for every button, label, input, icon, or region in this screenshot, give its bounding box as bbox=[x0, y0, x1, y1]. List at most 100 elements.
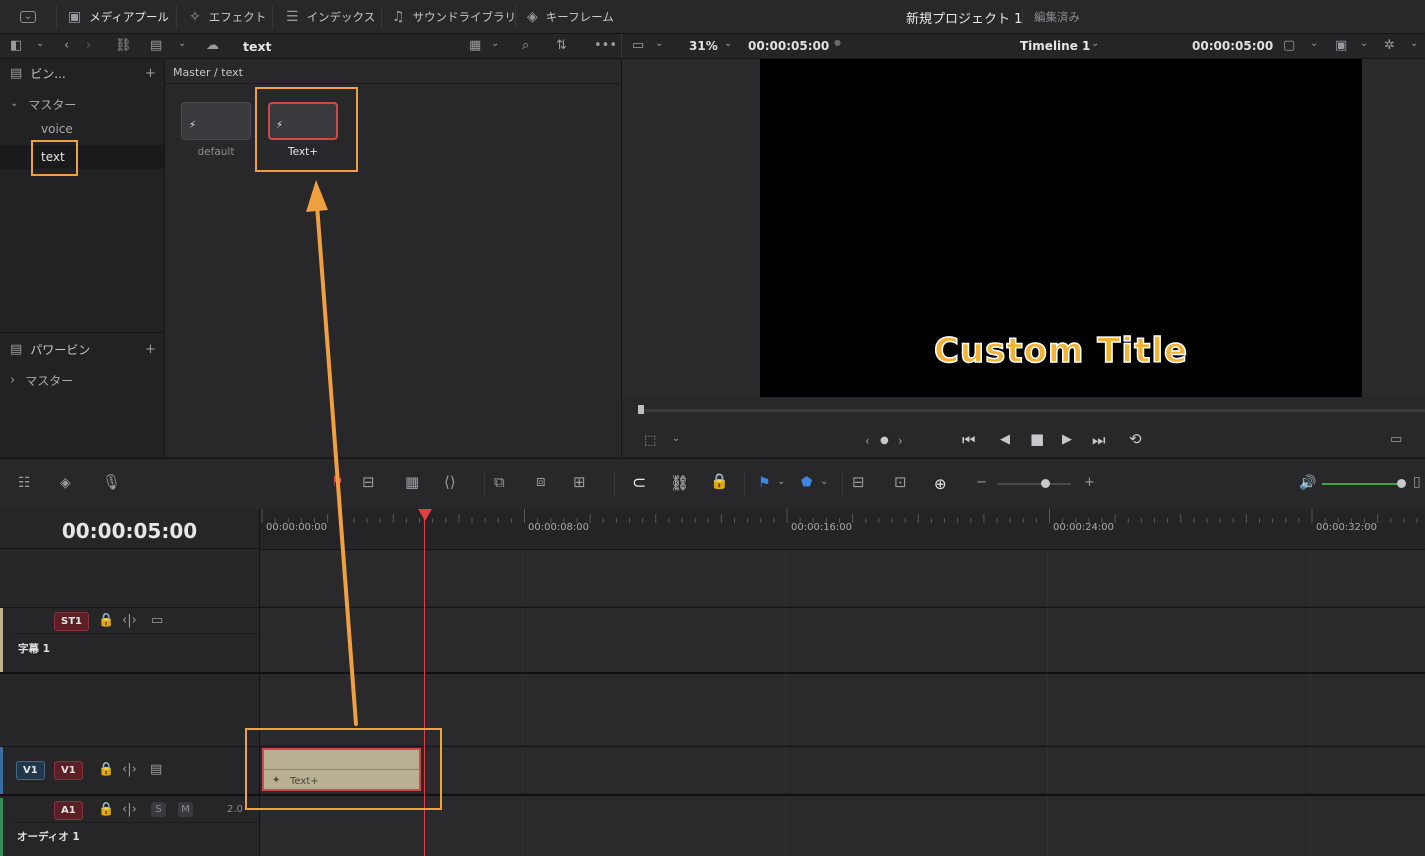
grid-view-icon[interactable]: ▦ bbox=[469, 39, 481, 52]
video-track-badge[interactable]: V1 bbox=[54, 761, 83, 780]
lock-icon[interactable]: 🔒 bbox=[98, 763, 114, 776]
more-icon[interactable]: ••• bbox=[594, 39, 617, 52]
keyframes-button[interactable]: ◈ キーフレーム bbox=[527, 0, 614, 33]
auto-select-icon[interactable]: ‹|› bbox=[122, 763, 137, 776]
bin-item-voice[interactable]: voice bbox=[0, 118, 164, 140]
jog-right-icon[interactable]: › bbox=[898, 435, 903, 447]
subtitle-track-badge[interactable]: ST1 bbox=[54, 612, 89, 631]
index-button[interactable]: ☰ インデックス bbox=[286, 0, 375, 33]
chevron-down-icon[interactable]: ⌄ bbox=[777, 477, 785, 487]
ripple-overwrite-icon[interactable]: ⧈ bbox=[536, 474, 546, 489]
image-icon[interactable]: ▤ bbox=[150, 39, 162, 52]
chevron-down-icon[interactable]: ⌄ bbox=[1360, 39, 1368, 49]
sort-icon[interactable]: ⇅ bbox=[556, 39, 567, 52]
replace-clip-icon[interactable]: ⟨⟩ bbox=[444, 475, 456, 490]
place-on-top-icon[interactable]: ⧉ bbox=[494, 475, 505, 490]
chevron-down-icon[interactable]: ⌄ bbox=[672, 434, 680, 444]
volume-slider-track[interactable] bbox=[1322, 483, 1400, 485]
bin-item-text[interactable]: text bbox=[0, 145, 164, 169]
mute-button[interactable]: M bbox=[178, 802, 193, 817]
fullscreen-icon[interactable]: ▭ bbox=[1390, 433, 1402, 446]
zoom-level[interactable]: 31% bbox=[689, 39, 718, 53]
sidebar-toggle-icon[interactable]: ◧ bbox=[10, 39, 22, 52]
lock-icon[interactable]: 🔒 bbox=[98, 614, 114, 627]
linked-selection-icon[interactable]: ⛓ bbox=[670, 474, 689, 492]
link-icon[interactable]: ⛓ bbox=[115, 39, 132, 52]
zoom-in-icon[interactable]: + bbox=[1084, 476, 1095, 489]
custom-zoom-icon[interactable]: ⊕ bbox=[934, 475, 947, 493]
overwrite-clip-icon[interactable]: ▦ bbox=[405, 475, 419, 490]
play-icon[interactable]: ▶ bbox=[1062, 433, 1072, 446]
chevron-down-icon[interactable]: ⌄ bbox=[1091, 39, 1099, 49]
zoom-out-icon[interactable]: − bbox=[976, 476, 987, 489]
transform-icon[interactable]: ✲ bbox=[1384, 39, 1395, 52]
microphone-icon[interactable]: 🎙 bbox=[102, 475, 121, 490]
add-icon[interactable]: + bbox=[145, 67, 156, 80]
film-icon[interactable]: ▤ bbox=[150, 763, 162, 776]
zoom-slider-handle[interactable] bbox=[1041, 479, 1050, 488]
zoom-slider-track[interactable] bbox=[997, 483, 1071, 485]
search-icon[interactable]: ⌕ bbox=[522, 39, 529, 52]
viewer-layout-icon[interactable]: ▭ bbox=[632, 39, 644, 52]
marker-icon[interactable]: ⬟ bbox=[801, 475, 812, 490]
position-lock-icon[interactable]: 🔒 bbox=[710, 474, 729, 489]
sound-library-button[interactable]: ♫ サウンドライブラリ bbox=[392, 0, 516, 33]
solo-button[interactable]: S bbox=[151, 802, 166, 817]
timeline-tracks[interactable]: ✦ Text+ bbox=[260, 550, 1425, 856]
source-patch-v1[interactable]: V1 bbox=[16, 761, 45, 780]
keyframe-toggle-icon[interactable]: ◈ bbox=[60, 476, 71, 490]
go-to-start-icon[interactable]: ⏮ bbox=[962, 433, 976, 448]
scrubber-track[interactable] bbox=[640, 409, 1425, 412]
scrubber-handle[interactable] bbox=[638, 405, 644, 414]
jog-left-icon[interactable]: ‹ bbox=[865, 435, 870, 447]
chevron-down-icon[interactable]: ⌄ bbox=[491, 39, 499, 49]
timeline-name[interactable]: Timeline 1 bbox=[1020, 39, 1090, 53]
chevron-down-icon[interactable]: ⌄ bbox=[655, 39, 663, 49]
power-bin-master[interactable]: › マスター bbox=[0, 369, 164, 391]
lock-icon[interactable]: 🔒 bbox=[98, 803, 114, 816]
viewer-canvas[interactable]: Custom Title bbox=[760, 59, 1362, 397]
chevron-down-icon[interactable]: ⌄ bbox=[178, 39, 186, 49]
loop-icon[interactable]: ⟲ bbox=[1129, 432, 1142, 447]
auto-select-icon[interactable]: ‹|› bbox=[122, 614, 137, 627]
audio-track-badge[interactable]: A1 bbox=[54, 801, 83, 820]
detail-zoom-icon[interactable]: ⊡ bbox=[894, 475, 907, 490]
auto-select-icon[interactable]: ‹|› bbox=[122, 803, 137, 816]
flag-icon[interactable]: ⚑ bbox=[331, 474, 344, 490]
cloud-icon[interactable]: ☁ bbox=[206, 39, 219, 52]
chevron-down-icon[interactable]: ⌄ bbox=[1410, 39, 1418, 49]
back-icon[interactable]: ‹ bbox=[64, 39, 69, 52]
screen-icon[interactable]: ▢ bbox=[1283, 39, 1295, 52]
chevron-down-icon[interactable]: ⌄ bbox=[36, 39, 44, 49]
insert-clip-icon[interactable]: ⊟ bbox=[362, 475, 375, 490]
effects-button[interactable]: ✧ エフェクト bbox=[189, 0, 266, 33]
play-reverse-icon[interactable]: ◀ bbox=[1000, 433, 1010, 446]
stop-icon[interactable]: ■ bbox=[1030, 432, 1044, 447]
hd-output-icon[interactable]: ▣ bbox=[1335, 39, 1347, 52]
forward-icon[interactable]: › bbox=[86, 39, 91, 52]
speaker-icon[interactable]: 🔊 bbox=[1299, 475, 1316, 491]
chevron-down-icon[interactable]: ⌄ bbox=[1310, 39, 1318, 49]
go-to-end-icon[interactable]: ⏭ bbox=[1092, 433, 1106, 448]
panel-expand-icon[interactable]: ▯ bbox=[1413, 475, 1421, 489]
timeline-ruler[interactable]: 00:00:00:00 00:00:08:00 00:00:16:00 00:0… bbox=[260, 509, 1425, 550]
chevron-down-icon[interactable]: ⌄ bbox=[820, 477, 828, 487]
add-icon[interactable]: + bbox=[145, 343, 156, 356]
jog-dot-icon[interactable]: ● bbox=[880, 436, 889, 446]
highlight-media-clip bbox=[255, 87, 358, 172]
clip-default[interactable]: ⚡ default bbox=[181, 102, 253, 160]
subtitle-icon[interactable]: ▭ bbox=[151, 614, 163, 627]
chevron-down-icon[interactable]: ⌄ bbox=[724, 39, 732, 49]
close-up-icon[interactable]: ⊞ bbox=[573, 475, 586, 490]
workspace-menu-button[interactable]: ⌄ bbox=[20, 0, 37, 33]
full-extent-zoom-icon[interactable]: ⊟ bbox=[852, 475, 865, 490]
playhead-handle[interactable] bbox=[418, 509, 432, 521]
safe-area-icon[interactable]: ⬚ bbox=[644, 434, 656, 447]
media-pool-button[interactable]: ▣ メディアプール bbox=[68, 0, 169, 33]
volume-slider-handle[interactable] bbox=[1397, 479, 1406, 488]
flag-icon[interactable]: ⚑ bbox=[758, 475, 771, 491]
snapping-icon[interactable]: ⊂ bbox=[632, 473, 646, 493]
bin-master[interactable]: ⌄ マスター bbox=[0, 93, 164, 115]
chevron-down-icon: ⌄ bbox=[10, 98, 19, 109]
timeline-view-options-icon[interactable]: ☷ bbox=[18, 476, 31, 490]
